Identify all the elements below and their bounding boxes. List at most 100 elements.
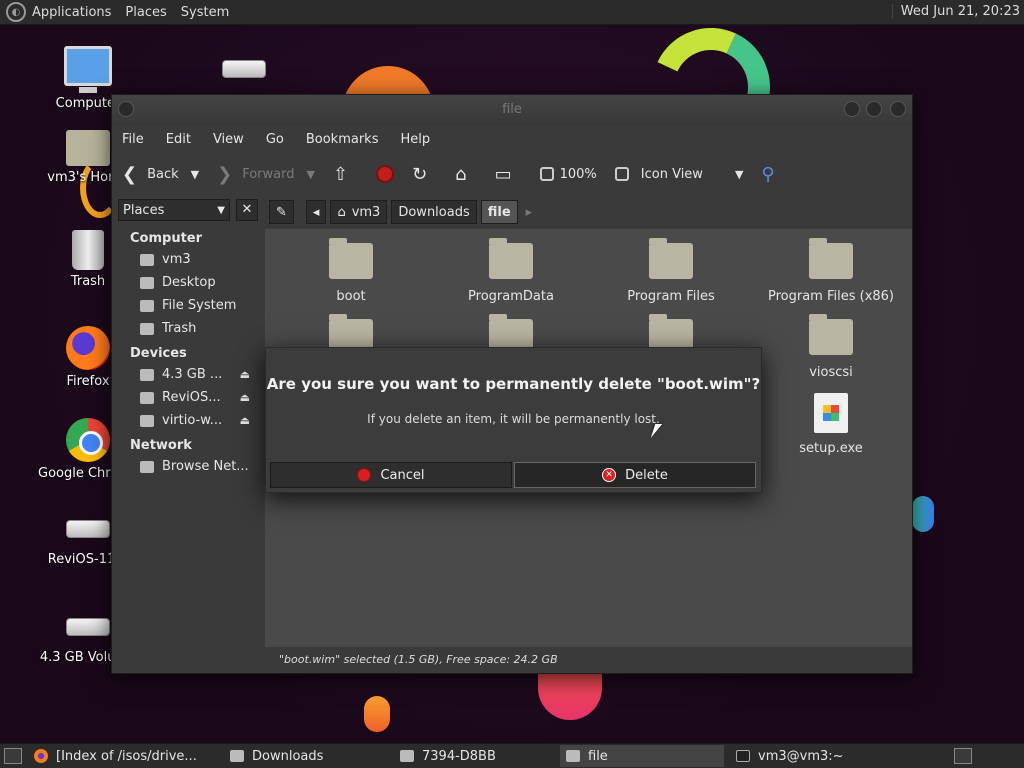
file-item-boot[interactable]: boot — [271, 238, 431, 304]
firefox-icon — [66, 326, 110, 370]
system-menu[interactable]: System — [181, 5, 229, 20]
terminal-icon — [736, 750, 750, 762]
maximize-icon[interactable] — [866, 101, 882, 117]
sidebar-item-desktop[interactable]: Desktop — [112, 271, 264, 294]
drive-icon — [66, 618, 110, 636]
drive-icon — [222, 60, 266, 78]
sidebar-item-vm3[interactable]: vm3 — [112, 248, 264, 271]
chevron-down-icon[interactable]: ▼ — [307, 168, 315, 181]
path-bar: ✎ ◂ ⌂ vm3 Downloads file ▸ — [265, 195, 912, 229]
window-title: file — [502, 102, 522, 117]
back-button[interactable]: ❮ Back ▼ — [122, 164, 199, 185]
cancel-button[interactable]: Cancel — [270, 462, 512, 488]
dialog-title: Are you sure you want to permanently del… — [266, 375, 761, 393]
chevron-down-icon[interactable]: ▼ — [191, 168, 199, 181]
file-item-vioscsi[interactable]: vioscsi — [751, 314, 911, 380]
desktop-icon — [140, 276, 154, 289]
folder-icon — [809, 238, 853, 279]
places-menu[interactable]: Places — [125, 5, 166, 20]
path-segment-downloads[interactable]: Downloads — [391, 200, 477, 224]
close-sidebar-button[interactable]: ✕ — [236, 199, 258, 221]
desktop-icon-drive[interactable] — [194, 60, 294, 82]
edit-location-button[interactable]: ✎ — [269, 200, 294, 224]
dialog-message: If you delete an item, it will be perman… — [367, 412, 660, 426]
path-segment-file[interactable]: file — [480, 200, 518, 224]
taskbar-item-firefox[interactable]: [Index of /isos/drive... — [28, 745, 218, 767]
filesystem-icon — [140, 299, 154, 312]
folder-icon — [329, 238, 373, 279]
sidebar-item-revios[interactable]: ReviOS... ⏏ — [112, 386, 264, 409]
window-menu-icon[interactable] — [118, 101, 134, 117]
menu-go[interactable]: Go — [266, 132, 284, 147]
zoom-out-button[interactable]: 100% — [539, 166, 597, 182]
forward-button[interactable]: ❯ Forward ▼ — [217, 164, 315, 185]
up-button[interactable]: ⇧ — [333, 164, 358, 185]
folder-icon — [649, 238, 693, 279]
wallpaper-blob — [364, 696, 390, 732]
file-item-program-files-x86[interactable]: Program Files (x86) — [751, 238, 911, 304]
menu-help[interactable]: Help — [400, 132, 430, 147]
menu-edit[interactable]: Edit — [166, 132, 191, 147]
file-item-setup-exe[interactable]: setup.exe — [751, 393, 911, 456]
sidebar-heading-network: Network — [130, 438, 192, 453]
delete-confirm-dialog: Are you sure you want to permanently del… — [265, 347, 762, 493]
menu-view[interactable]: View — [213, 132, 244, 147]
home-button[interactable]: ⌂ — [455, 164, 476, 185]
drive-icon — [140, 391, 154, 404]
taskbar-item-file[interactable]: file — [560, 745, 724, 767]
computer-button[interactable]: ▭ — [495, 164, 522, 185]
chrome-icon — [66, 418, 110, 462]
path-scroll-left-button[interactable]: ◂ — [305, 200, 327, 224]
path-segment-vm3[interactable]: ⌂ vm3 — [330, 200, 388, 224]
stop-icon — [376, 165, 395, 183]
sidebar: Places ▼ ✕ Computer vm3 Desktop File Sys… — [112, 195, 264, 673]
applications-menu[interactable]: Applications — [32, 5, 111, 20]
workspace-switcher-icon[interactable] — [954, 748, 972, 764]
chevron-down-icon: ▼ — [217, 204, 225, 216]
places-dropdown[interactable]: Places ▼ — [118, 199, 230, 221]
chevron-left-icon: ◂ — [312, 204, 320, 220]
zoom-in-icon[interactable] — [614, 167, 629, 181]
taskbar-item-terminal[interactable]: vm3@vm3:~ — [730, 745, 910, 767]
view-mode-select[interactable]: Icon View ▼ — [614, 167, 743, 182]
taskbar-item-downloads[interactable]: Downloads — [224, 745, 388, 767]
chevron-right-icon[interactable]: ▸ — [526, 205, 533, 220]
sidebar-item-filesystem[interactable]: File System — [112, 294, 264, 317]
close-icon[interactable] — [890, 101, 906, 117]
zoom-level: 100% — [559, 166, 597, 182]
sidebar-item-volume[interactable]: 4.3 GB ... ⏏ — [112, 363, 264, 386]
eject-icon[interactable]: ⏏ — [240, 391, 250, 404]
file-item-programdata[interactable]: ProgramData — [431, 238, 591, 304]
zoom-out-icon — [539, 167, 554, 181]
forward-arrow-icon: ❯ — [217, 163, 233, 185]
eject-icon[interactable]: ⏏ — [240, 368, 250, 381]
trash-icon — [72, 230, 104, 270]
executable-icon — [814, 393, 848, 433]
up-arrow-icon: ⇧ — [332, 163, 349, 185]
home-icon — [140, 253, 154, 266]
computer-icon: ▭ — [494, 163, 512, 185]
search-button[interactable]: ⚲ — [761, 164, 784, 185]
show-desktop-button[interactable] — [4, 748, 22, 764]
file-item-program-files[interactable]: Program Files — [591, 238, 751, 304]
taskbar-item-drive[interactable]: 7394-D8BB — [394, 745, 554, 767]
clock[interactable]: Wed Jun 21, 20:23 — [891, 4, 1020, 19]
edit-icon: ✎ — [276, 204, 287, 220]
delete-icon: ✕ — [602, 468, 617, 482]
menu-file[interactable]: File — [122, 132, 144, 147]
reload-icon: ↻ — [412, 163, 428, 185]
sidebar-item-browse-network[interactable]: Browse Net... — [112, 455, 264, 478]
drive-icon — [400, 750, 414, 762]
sidebar-item-virtio[interactable]: virtio-w... ⏏ — [112, 409, 264, 432]
eject-icon[interactable]: ⏏ — [240, 414, 250, 427]
minimize-icon[interactable] — [844, 101, 860, 117]
sidebar-item-trash[interactable]: Trash — [112, 317, 264, 340]
menu-bookmarks[interactable]: Bookmarks — [306, 132, 379, 147]
stop-button[interactable] — [376, 165, 395, 183]
distro-logo-icon[interactable]: ◐ — [6, 2, 26, 22]
delete-button[interactable]: ✕ Delete — [514, 462, 756, 488]
drive-icon — [140, 414, 154, 427]
reload-button[interactable]: ↻ — [412, 164, 437, 185]
computer-icon — [64, 46, 112, 93]
window-titlebar[interactable]: file — [112, 95, 912, 125]
